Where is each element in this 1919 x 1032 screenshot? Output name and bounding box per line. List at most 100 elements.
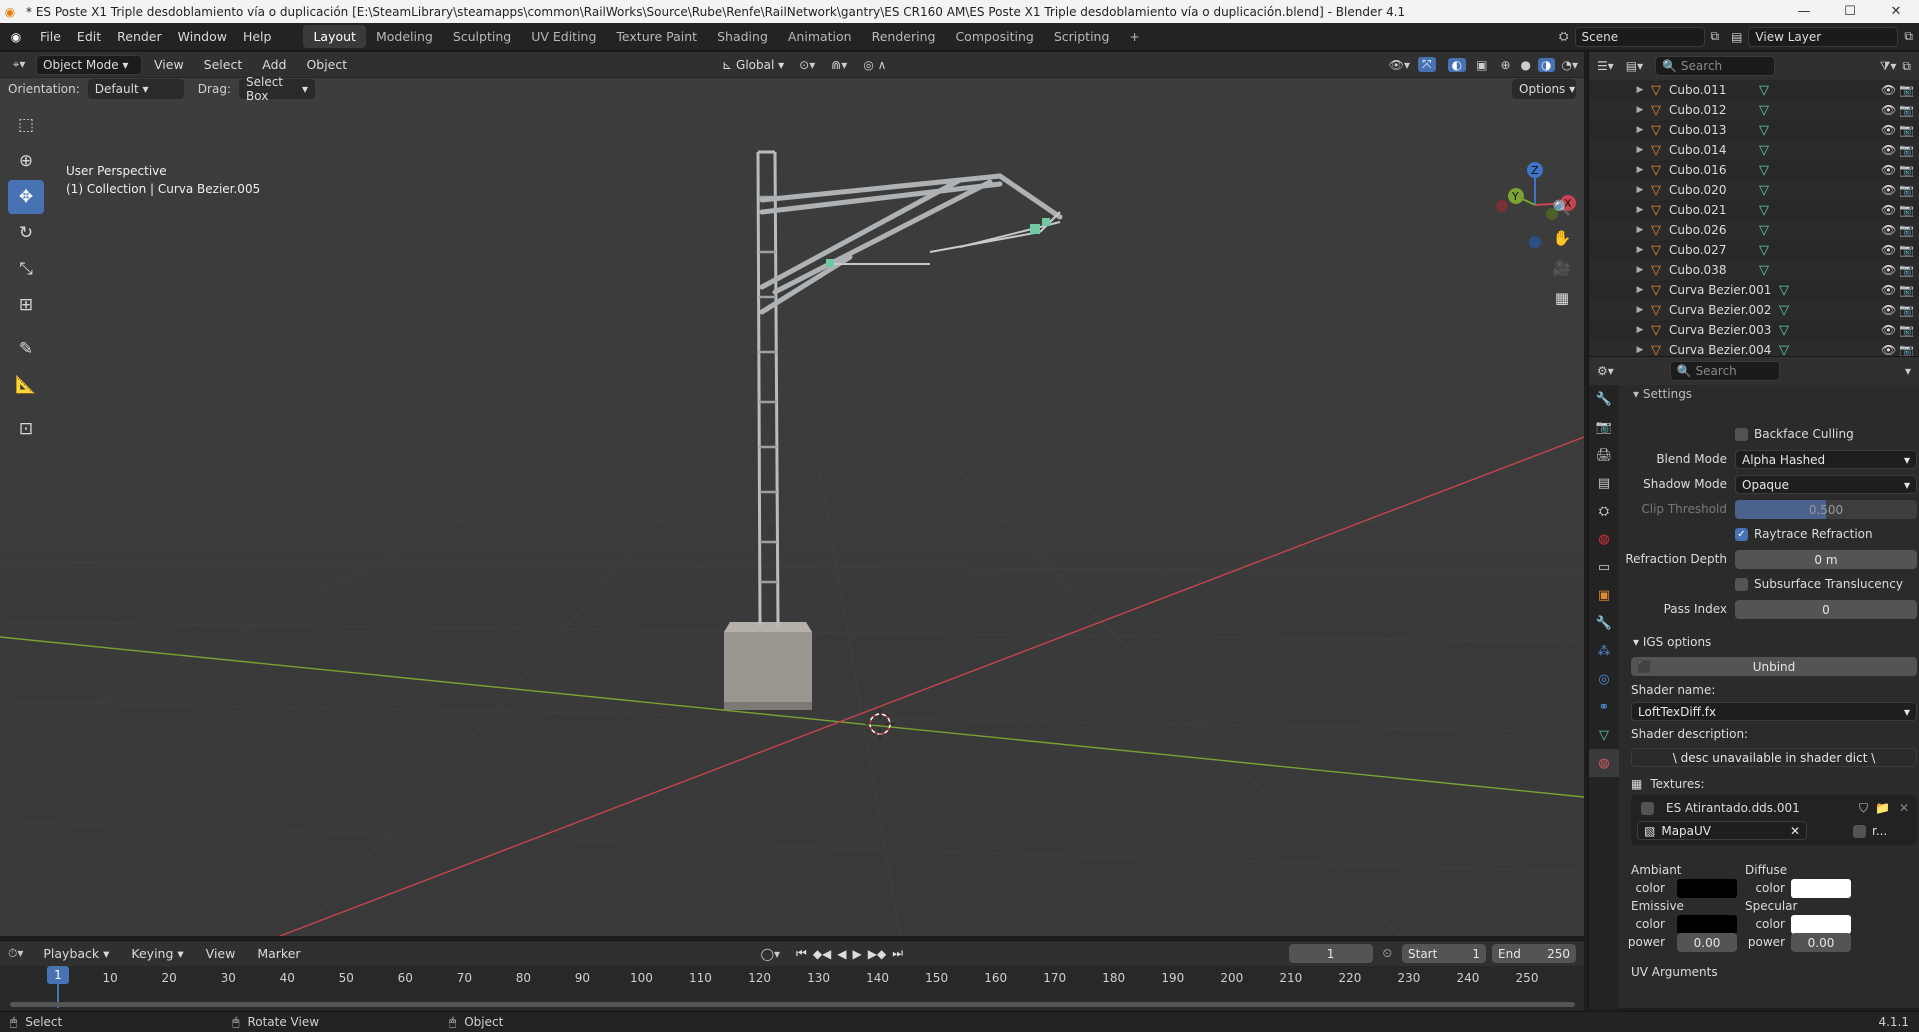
mesh-data-icon[interactable]: ▽ bbox=[1759, 143, 1769, 158]
uv-arguments-section[interactable]: UV Arguments bbox=[1631, 965, 1718, 979]
visibility-eye-icon[interactable]: 👁 bbox=[1881, 323, 1896, 337]
mesh-data-icon[interactable]: ▽ bbox=[1779, 283, 1789, 298]
pan-hand-icon[interactable]: ✋ bbox=[1547, 225, 1577, 251]
blender-logo-icon[interactable]: ◉ bbox=[0, 30, 32, 44]
scene-selector[interactable]: Scene bbox=[1574, 26, 1705, 47]
jump-keyframe-back-icon[interactable]: ◆◀ bbox=[813, 947, 831, 961]
mesh-data-icon[interactable]: ▽ bbox=[1759, 123, 1769, 138]
expand-arrow-icon[interactable]: ▶ bbox=[1633, 165, 1647, 175]
render-tab-icon[interactable]: 📷 bbox=[1589, 413, 1619, 441]
mesh-data-icon[interactable]: ▽ bbox=[1779, 323, 1789, 338]
object-tab-icon[interactable]: ▣ bbox=[1589, 581, 1619, 609]
specular-color-swatch[interactable] bbox=[1791, 915, 1851, 934]
menu-help[interactable]: Help bbox=[235, 29, 280, 44]
mesh-data-icon[interactable]: ▽ bbox=[1759, 263, 1769, 278]
workspace-tab-layout[interactable]: Layout bbox=[303, 25, 366, 48]
expand-arrow-icon[interactable]: ▶ bbox=[1633, 325, 1647, 335]
visibility-eye-icon[interactable]: 👁 bbox=[1881, 283, 1896, 297]
visibility-eye-icon[interactable]: 👁 bbox=[1881, 163, 1896, 177]
refraction-depth-field[interactable]: 0 m bbox=[1735, 550, 1917, 569]
add-workspace-button[interactable]: + bbox=[1119, 25, 1149, 48]
backface-culling-checkbox[interactable]: Backface Culling bbox=[1735, 427, 1854, 441]
workspace-tab-shading[interactable]: Shading bbox=[707, 25, 778, 48]
viewport-menu-view[interactable]: View bbox=[146, 57, 192, 72]
outliner-item[interactable]: ▶ ▽ Cubo.020 ▽ 👁 📷 bbox=[1589, 180, 1919, 200]
expand-arrow-icon[interactable]: ▶ bbox=[1633, 245, 1647, 255]
render-camera-icon[interactable]: 📷 bbox=[1899, 183, 1914, 197]
xray-icon[interactable]: ▣ bbox=[1470, 58, 1493, 72]
data-tab-icon[interactable]: ▽ bbox=[1589, 721, 1619, 749]
expand-arrow-icon[interactable]: ▶ bbox=[1633, 225, 1647, 235]
jump-keyframe-forward-icon[interactable]: ▶◆ bbox=[868, 947, 886, 961]
display-mode-icon[interactable]: ▤▾ bbox=[1626, 59, 1643, 73]
expand-arrow-icon[interactable]: ▶ bbox=[1633, 285, 1647, 295]
outliner-item[interactable]: ▶ ▽ Cubo.014 ▽ 👁 📷 bbox=[1589, 140, 1919, 160]
material-shading-icon[interactable]: ◑ bbox=[1538, 57, 1555, 72]
outliner-item[interactable]: ▶ ▽ Cubo.038 ▽ 👁 📷 bbox=[1589, 260, 1919, 280]
material-tab-icon[interactable]: ◍ bbox=[1589, 749, 1619, 777]
shader-name-dropdown[interactable]: LoftTexDiff.fx ▾ bbox=[1631, 702, 1917, 721]
collection-tab-icon[interactable]: ▭ bbox=[1589, 553, 1619, 581]
clip-threshold-slider[interactable]: 0.500 bbox=[1735, 500, 1917, 519]
outliner-item[interactable]: ▶ ▽ Curva Bezier.001 ▽ 👁 📷 bbox=[1589, 280, 1919, 300]
scale-tool[interactable]: ⤡ bbox=[8, 252, 44, 286]
maximize-button[interactable]: ☐ bbox=[1827, 4, 1873, 19]
timeline-menu-marker[interactable]: Marker bbox=[249, 946, 308, 961]
close-button[interactable]: ✕ bbox=[1873, 4, 1919, 19]
mesh-data-icon[interactable]: ▽ bbox=[1759, 223, 1769, 238]
mesh-data-icon[interactable]: ▽ bbox=[1759, 203, 1769, 218]
overlay-toggle-icon[interactable]: ◐ bbox=[1447, 57, 1467, 72]
expand-arrow-icon[interactable]: ▶ bbox=[1633, 305, 1647, 315]
subsurface-translucency-checkbox[interactable]: Subsurface Translucency bbox=[1735, 577, 1903, 591]
play-icon[interactable]: ▶ bbox=[853, 947, 862, 961]
expand-arrow-icon[interactable]: ▶ bbox=[1633, 265, 1647, 275]
workspace-tab-scripting[interactable]: Scripting bbox=[1044, 25, 1120, 48]
timeline-area[interactable]: 1102030405060708090100110120130140150160… bbox=[0, 966, 1584, 1011]
igs-options-section[interactable]: ▾ IGS options bbox=[1633, 635, 1711, 649]
proportional-edit-icon[interactable]: ◎ ∧ bbox=[857, 58, 892, 72]
tool-tab-icon[interactable]: 🔧 bbox=[1589, 385, 1619, 413]
view-layer-tab-icon[interactable]: ▤ bbox=[1589, 469, 1619, 497]
properties-editor-icon[interactable]: ⚙▾ bbox=[1597, 364, 1614, 378]
object-mode-dropdown[interactable]: Object Mode ▾ bbox=[36, 54, 142, 75]
workspace-tab-animation[interactable]: Animation bbox=[778, 25, 862, 48]
rotate-tool[interactable]: ↻ bbox=[8, 216, 44, 250]
render-camera-icon[interactable]: 📷 bbox=[1899, 83, 1914, 97]
expand-arrow-icon[interactable]: ▶ bbox=[1633, 85, 1647, 95]
render-camera-icon[interactable]: 📷 bbox=[1899, 323, 1914, 337]
timeline-menu-keying[interactable]: Keying ▾ bbox=[123, 946, 191, 961]
jump-end-icon[interactable]: ⏭ bbox=[892, 946, 903, 961]
wireframe-shading-icon[interactable]: ⊕ bbox=[1497, 58, 1513, 72]
outliner-item[interactable]: ▶ ▽ Curva Bezier.003 ▽ 👁 📷 bbox=[1589, 320, 1919, 340]
properties-options-icon[interactable]: ▾ bbox=[1905, 364, 1911, 378]
visibility-icon[interactable]: 👁▾ bbox=[1385, 58, 1414, 72]
emissive-color-swatch[interactable] bbox=[1677, 915, 1737, 934]
jump-start-icon[interactable]: ⏮ bbox=[796, 946, 807, 961]
render-camera-icon[interactable]: 📷 bbox=[1899, 143, 1914, 157]
timeline-scrollbar[interactable] bbox=[10, 1002, 1575, 1007]
folder-icon[interactable]: 📁 bbox=[1875, 801, 1890, 815]
visibility-eye-icon[interactable]: 👁 bbox=[1881, 203, 1896, 217]
uv-extra-checkbox[interactable]: r... bbox=[1853, 824, 1887, 838]
render-camera-icon[interactable]: 📷 bbox=[1899, 283, 1914, 297]
mesh-data-icon[interactable]: ▽ bbox=[1759, 183, 1769, 198]
viewport-menu-select[interactable]: Select bbox=[196, 57, 251, 72]
playhead[interactable]: 1 bbox=[47, 966, 69, 984]
mesh-data-icon[interactable]: ▽ bbox=[1759, 163, 1769, 178]
render-camera-icon[interactable]: 📷 bbox=[1899, 103, 1914, 117]
expand-arrow-icon[interactable]: ▶ bbox=[1633, 185, 1647, 195]
modifier-tab-icon[interactable]: 🔧 bbox=[1589, 609, 1619, 637]
outliner-item[interactable]: ▶ ▽ Cubo.013 ▽ 👁 📷 bbox=[1589, 120, 1919, 140]
render-camera-icon[interactable]: 📷 bbox=[1899, 163, 1914, 177]
orientation-dropdown[interactable]: Default ▾ bbox=[87, 79, 184, 99]
play-reverse-icon[interactable]: ◀ bbox=[837, 947, 846, 961]
expand-arrow-icon[interactable]: ▶ bbox=[1633, 125, 1647, 135]
perspective-grid-icon[interactable]: ▦ bbox=[1547, 285, 1577, 311]
menu-render[interactable]: Render bbox=[109, 29, 170, 44]
view-layer-selector[interactable]: View Layer bbox=[1748, 26, 1899, 47]
visibility-eye-icon[interactable]: 👁 bbox=[1881, 243, 1896, 257]
physics-tab-icon[interactable]: ◎ bbox=[1589, 665, 1619, 693]
scene-tab-icon[interactable]: ⛭ bbox=[1589, 497, 1619, 525]
preview-range-icon[interactable]: ⏲ bbox=[1383, 946, 1392, 961]
mesh-data-icon[interactable]: ▽ bbox=[1759, 103, 1769, 118]
